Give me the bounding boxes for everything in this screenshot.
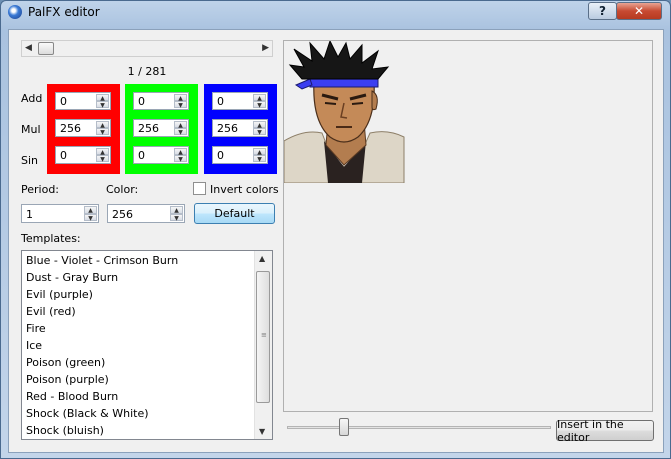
client-area: ◀ ▶ 1 / 281 Add Mul Sin 0 ▲ ▼ 256 ▲ ▼ 0 ▲ ▼ (8, 29, 664, 453)
close-button[interactable]: ✕ (616, 2, 662, 20)
green-sin-spinbox[interactable]: 0 ▲ ▼ (133, 146, 189, 164)
spin-up-icon[interactable]: ▲ (253, 94, 266, 102)
red-sin-value[interactable]: 0 (60, 149, 67, 162)
green-add-value[interactable]: 0 (138, 95, 145, 108)
spin-up-icon[interactable]: ▲ (96, 148, 109, 156)
list-item[interactable]: Fire (26, 320, 46, 337)
list-item[interactable]: Evil (purple) (26, 286, 93, 303)
preview-slider-track[interactable] (287, 426, 551, 429)
spin-down-icon[interactable]: ▼ (174, 101, 187, 109)
green-add-spinbox[interactable]: 0 ▲ ▼ (133, 92, 189, 110)
help-button[interactable]: ? (588, 2, 617, 20)
insert-in-editor-button[interactable]: Insert in the editor (556, 418, 654, 444)
blue-add-spinbox[interactable]: 0 ▲ ▼ (212, 92, 268, 110)
default-button[interactable]: Default (194, 203, 275, 224)
list-item[interactable]: Poison (green) (26, 354, 105, 371)
character-sprite-image (283, 39, 405, 184)
period-value[interactable]: 1 (26, 208, 33, 221)
spin-up-icon[interactable]: ▲ (253, 148, 266, 156)
templates-label: Templates: (21, 232, 81, 245)
period-label: Period: (21, 183, 60, 196)
spin-down-icon[interactable]: ▼ (174, 155, 187, 163)
spin-down-icon[interactable]: ▼ (96, 155, 109, 163)
scroll-right-icon[interactable]: ▶ (262, 43, 269, 53)
spin-up-icon[interactable]: ▲ (174, 148, 187, 156)
list-item[interactable]: Evil (red) (26, 303, 76, 320)
templates-scroll-thumb[interactable]: ≡ (256, 271, 270, 403)
green-sin-value[interactable]: 0 (138, 149, 145, 162)
palfx-window: PalFX editor ? ✕ ◀ ▶ 1 / 281 Add Mul Sin… (0, 0, 671, 459)
frame-scroll-thumb[interactable] (38, 42, 54, 55)
spin-down-icon[interactable]: ▼ (253, 101, 266, 109)
title-bar[interactable]: PalFX editor ? ✕ (1, 1, 670, 23)
blue-sin-value[interactable]: 0 (217, 149, 224, 162)
list-item[interactable]: Ice (26, 337, 42, 354)
red-sin-spinbox[interactable]: 0 ▲ ▼ (55, 146, 111, 164)
blue-add-value[interactable]: 0 (217, 95, 224, 108)
grip-icon: ≡ (261, 331, 267, 339)
spin-up-icon[interactable]: ▲ (174, 121, 187, 129)
spin-up-icon[interactable]: ▲ (253, 121, 266, 129)
spin-down-icon[interactable]: ▼ (84, 213, 97, 221)
app-icon (8, 5, 22, 19)
scroll-up-icon[interactable]: ▲ (259, 254, 265, 263)
red-mul-value[interactable]: 256 (60, 122, 81, 135)
spin-down-icon[interactable]: ▼ (174, 128, 187, 136)
list-item[interactable]: Shock (bluish) (26, 422, 104, 439)
list-item[interactable]: Poison (purple) (26, 371, 109, 388)
frame-counter: 1 / 281 (127, 65, 167, 78)
color-value[interactable]: 256 (112, 208, 133, 221)
blue-sin-spinbox[interactable]: 0 ▲ ▼ (212, 146, 268, 164)
templates-scrollbar[interactable]: ▲ ≡ ▼ (254, 251, 272, 439)
add-row-label: Add (21, 92, 43, 105)
scroll-left-icon[interactable]: ◀ (25, 43, 32, 53)
templates-list[interactable]: Blue - Violet - Crimson Burn Dust - Gray… (21, 250, 273, 440)
blue-mul-spinbox[interactable]: 256 ▲ ▼ (212, 119, 268, 137)
green-mul-value[interactable]: 256 (138, 122, 159, 135)
spin-up-icon[interactable]: ▲ (96, 121, 109, 129)
spin-down-icon[interactable]: ▼ (170, 213, 183, 221)
spin-up-icon[interactable]: ▲ (96, 94, 109, 102)
scroll-down-icon[interactable]: ▼ (259, 427, 265, 436)
list-item[interactable]: Shock (Black & White) (26, 405, 149, 422)
spin-down-icon[interactable]: ▼ (96, 101, 109, 109)
list-item[interactable]: Blue - Violet - Crimson Burn (26, 252, 178, 269)
red-add-value[interactable]: 0 (60, 95, 67, 108)
window-title: PalFX editor (28, 5, 100, 19)
spin-down-icon[interactable]: ▼ (253, 155, 266, 163)
red-channel-box: 0 ▲ ▼ 256 ▲ ▼ 0 ▲ ▼ (47, 84, 120, 174)
spin-down-icon[interactable]: ▼ (96, 128, 109, 136)
color-label: Color: (106, 183, 139, 196)
sin-row-label: Sin (21, 154, 39, 167)
blue-mul-value[interactable]: 256 (217, 122, 238, 135)
list-item[interactable]: Red - Blood Burn (26, 388, 118, 405)
spin-up-icon[interactable]: ▲ (170, 206, 183, 214)
green-mul-spinbox[interactable]: 256 ▲ ▼ (133, 119, 189, 137)
invert-colors-label[interactable]: Invert colors (210, 183, 279, 196)
red-mul-spinbox[interactable]: 256 ▲ ▼ (55, 119, 111, 137)
spin-up-icon[interactable]: ▲ (174, 94, 187, 102)
invert-colors-checkbox[interactable] (193, 182, 206, 195)
blue-channel-box: 0 ▲ ▼ 256 ▲ ▼ 0 ▲ ▼ (204, 84, 277, 174)
color-spinbox[interactable]: 256 ▲ ▼ (107, 204, 185, 223)
preview-slider-thumb[interactable] (339, 418, 349, 436)
mul-row-label: Mul (21, 123, 41, 136)
period-spinbox[interactable]: 1 ▲ ▼ (21, 204, 99, 223)
list-item[interactable]: Dust - Gray Burn (26, 269, 118, 286)
green-channel-box: 0 ▲ ▼ 256 ▲ ▼ 0 ▲ ▼ (125, 84, 198, 174)
spin-up-icon[interactable]: ▲ (84, 206, 97, 214)
sprite-preview (283, 39, 653, 412)
frame-scrollbar[interactable]: ◀ ▶ (21, 40, 273, 57)
red-add-spinbox[interactable]: 0 ▲ ▼ (55, 92, 111, 110)
spin-down-icon[interactable]: ▼ (253, 128, 266, 136)
